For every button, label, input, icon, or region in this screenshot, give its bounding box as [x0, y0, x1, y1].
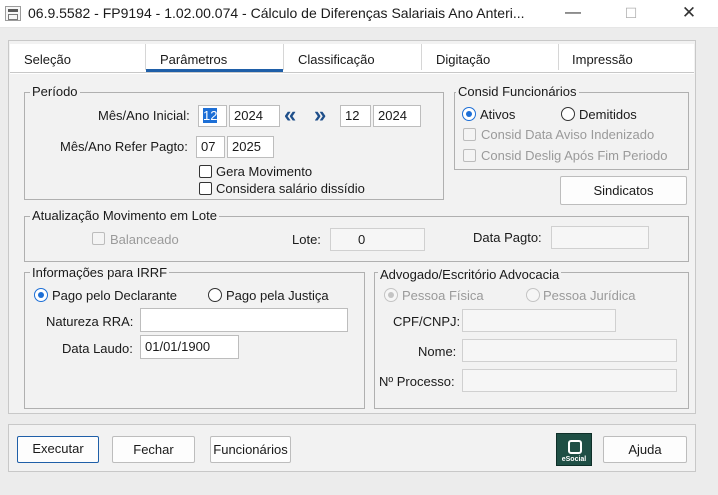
gera-movimento-checkbox[interactable]	[199, 165, 212, 178]
funcionarios-button[interactable]: Funcionários	[210, 436, 291, 463]
atualizacao-legend: Atualização Movimento em Lote	[30, 208, 219, 223]
ativos-radio[interactable]	[462, 107, 476, 121]
maximize-button[interactable]: ☐	[608, 0, 654, 28]
pago-declarante-radio[interactable]	[34, 288, 48, 302]
mes-ano-refer-label: Mês/Ano Refer Pagto:	[60, 139, 188, 154]
data-pagto-input[interactable]	[551, 226, 649, 249]
previous-period-icon[interactable]: «	[284, 104, 296, 126]
app-icon	[5, 6, 21, 21]
mes-inicial-value: 12	[203, 108, 218, 123]
natureza-rra-input[interactable]	[140, 308, 348, 332]
advogado-legend: Advogado/Escritório Advocacia	[378, 267, 562, 282]
considera-dissidio-label: Considera salário dissídio	[216, 181, 365, 196]
tab-impressao[interactable]: Impressão	[572, 52, 633, 67]
data-pagto-label: Data Pagto:	[473, 230, 542, 245]
tab-selecao[interactable]: Seleção	[24, 52, 71, 67]
window-title: 06.9.5582 - FP9194 - 1.02.00.074 - Cálcu…	[28, 5, 525, 21]
cpf-cnpj-input[interactable]	[462, 309, 616, 332]
close-button[interactable]: ✕	[666, 0, 712, 28]
ano-final-input[interactable]: 2024	[373, 105, 421, 127]
tab-separator	[145, 44, 146, 70]
esocial-logo-icon	[568, 440, 582, 454]
tab-separator	[421, 44, 422, 70]
ano-refer-input[interactable]: 2025	[227, 136, 274, 158]
pago-justica-radio[interactable]	[208, 288, 222, 302]
mes-refer-input[interactable]: 07	[196, 136, 225, 158]
sindicatos-button[interactable]: Sindicatos	[560, 176, 687, 205]
deslig-fim-periodo-checkbox[interactable]	[463, 149, 476, 162]
considera-dissidio-checkbox[interactable]	[199, 182, 212, 195]
periodo-legend: Período	[30, 84, 80, 99]
tab-parametros[interactable]: Parâmetros	[160, 52, 227, 67]
pessoa-juridica-label: Pessoa Jurídica	[543, 288, 636, 303]
tab-separator	[558, 44, 559, 70]
esocial-label: eSocial	[561, 456, 587, 463]
mes-inicial-input[interactable]: 12	[198, 105, 227, 127]
pago-justica-label: Pago pela Justiça	[226, 288, 329, 303]
natureza-rra-label: Natureza RRA:	[46, 314, 134, 329]
processo-label: Nº Processo:	[379, 374, 455, 389]
nome-input[interactable]	[462, 339, 677, 362]
processo-input[interactable]	[462, 369, 677, 392]
executar-button[interactable]: Executar	[17, 436, 99, 463]
tab-classificacao[interactable]: Classificação	[298, 52, 375, 67]
demitidos-label: Demitidos	[579, 107, 637, 122]
mes-ano-inicial-label: Mês/Ano Inicial:	[98, 108, 190, 123]
gera-movimento-label: Gera Movimento	[216, 164, 313, 179]
ativos-label: Ativos	[480, 107, 516, 122]
nome-label: Nome:	[418, 344, 457, 359]
aviso-indenizado-label: Consid Data Aviso Indenizado	[481, 127, 655, 142]
mes-final-input[interactable]: 12	[340, 105, 371, 127]
pessoa-juridica-radio[interactable]	[526, 288, 540, 302]
next-period-icon[interactable]: »	[314, 104, 326, 126]
esocial-button[interactable]: eSocial	[556, 433, 592, 466]
tab-content-border	[10, 72, 694, 73]
demitidos-radio[interactable]	[561, 107, 575, 121]
balanceado-label: Balanceado	[110, 232, 179, 247]
pago-declarante-label: Pago pelo Declarante	[52, 288, 178, 303]
minimize-button[interactable]: —	[550, 0, 596, 28]
balanceado-checkbox[interactable]	[92, 232, 105, 245]
aviso-indenizado-checkbox[interactable]	[463, 128, 476, 141]
deslig-fim-periodo-label: Consid Deslig Após Fim Periodo	[481, 148, 668, 163]
data-laudo-input[interactable]: 01/01/1900	[140, 335, 239, 359]
fechar-button[interactable]: Fechar	[112, 436, 195, 463]
tab-separator	[283, 44, 284, 70]
tab-digitacao[interactable]: Digitação	[436, 52, 490, 67]
ano-inicial-input[interactable]: 2024	[229, 105, 280, 127]
lote-input[interactable]: 0	[330, 228, 425, 251]
irrf-legend: Informações para IRRF	[30, 265, 170, 280]
pessoa-fisica-radio[interactable]	[384, 288, 398, 302]
lote-label: Lote:	[292, 232, 321, 247]
ajuda-button[interactable]: Ajuda	[603, 436, 687, 463]
cpf-cnpj-label: CPF/CNPJ:	[393, 314, 461, 329]
consid-legend: Consid Funcionários	[456, 84, 579, 99]
data-laudo-label: Data Laudo:	[62, 341, 133, 356]
pessoa-fisica-label: Pessoa Física	[402, 288, 484, 303]
